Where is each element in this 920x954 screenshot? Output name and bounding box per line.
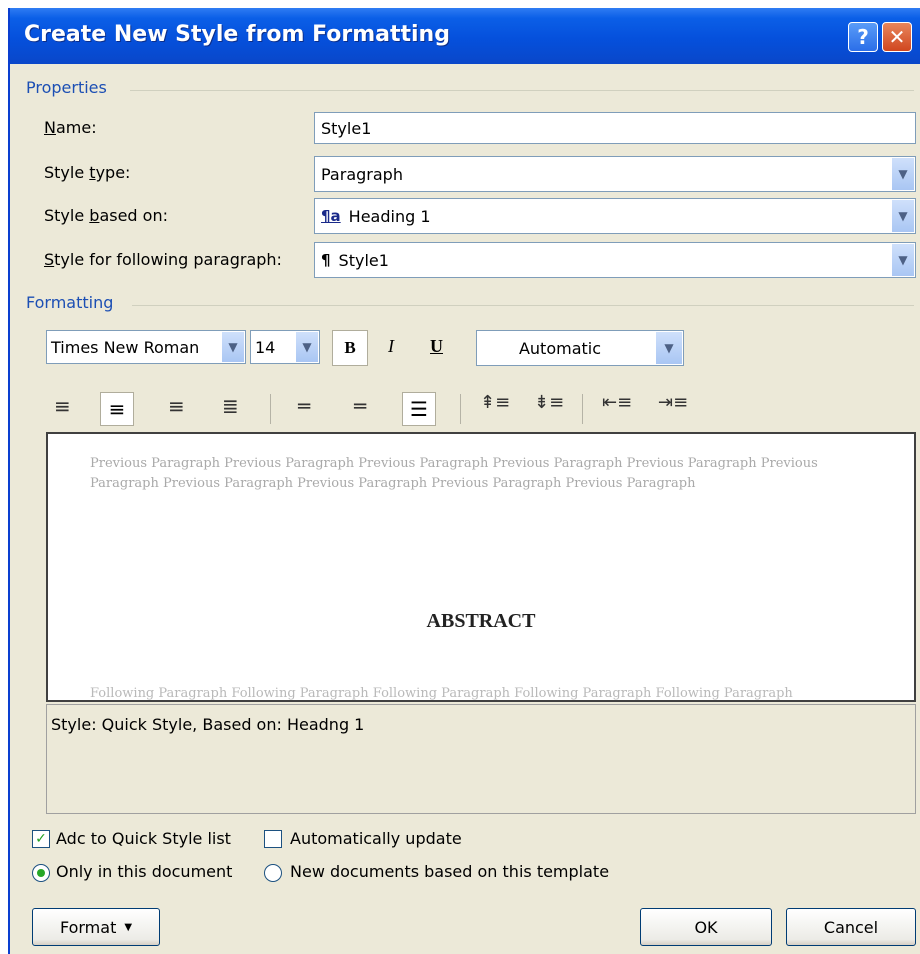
style-preview: Previous Paragraph Previous Paragraph Pr… (46, 432, 916, 702)
formatting-divider (132, 305, 914, 306)
align-center-icon[interactable]: ≡ (100, 392, 134, 426)
new-documents-label: New documents based on this template (290, 862, 610, 881)
close-icon: ✕ (888, 25, 906, 49)
single-spacing-icon[interactable]: ═ (298, 394, 310, 418)
space-before-icon[interactable]: ⇞≡ (480, 392, 510, 413)
help-button[interactable]: ? (848, 22, 878, 52)
justify-icon[interactable]: ≣ (222, 394, 239, 418)
previous-paragraph-text: Previous Paragraph Previous Paragraph Pr… (90, 456, 818, 491)
double-spacing-icon[interactable]: ☰ (402, 392, 436, 426)
font-color-select[interactable]: Automatic ▼ (476, 330, 684, 366)
toolbar-separator (270, 394, 271, 424)
title-bar[interactable]: Create New Style from Formatting ? ✕ (10, 8, 920, 64)
auto-update-checkbox[interactable] (264, 830, 282, 848)
chevron-down-icon[interactable]: ▼ (221, 332, 244, 362)
chevron-down-icon[interactable]: ▼ (655, 332, 682, 364)
checkmark-icon: ✓ (35, 831, 47, 847)
underline-button[interactable]: U (430, 336, 443, 357)
help-icon: ? (857, 25, 869, 49)
chevron-down-icon[interactable]: ▼ (891, 158, 914, 190)
cancel-button[interactable]: Cancel (786, 908, 916, 946)
chevron-down-icon[interactable]: ▼ (295, 332, 318, 362)
toolbar-separator (460, 394, 461, 424)
properties-divider (130, 90, 914, 91)
chevron-down-icon[interactable]: ▼ (891, 244, 914, 276)
decrease-indent-icon[interactable]: ⇤≡ (602, 392, 632, 413)
following-label: Style for following paragraph: (44, 250, 282, 269)
name-label: Name: (44, 118, 97, 137)
add-quick-style-label: Adc to Quick Style list (56, 829, 231, 848)
sample-text: ABSTRACT (426, 610, 536, 632)
close-button[interactable]: ✕ (882, 22, 912, 52)
only-this-document-label: Only in this document (56, 862, 233, 881)
font-select[interactable]: Times New Roman ▼ (46, 330, 246, 364)
name-input[interactable]: Style1 (314, 112, 916, 144)
add-quick-style-checkbox[interactable]: ✓ (32, 830, 50, 848)
ok-button[interactable]: OK (640, 908, 772, 946)
new-documents-radio[interactable] (264, 864, 282, 882)
linked-style-icon: ¶a (321, 207, 341, 225)
create-style-dialog: Create New Style from Formatting ? ✕ Pro… (8, 8, 920, 954)
italic-button[interactable]: I (388, 336, 394, 357)
dropdown-arrow-icon: ▼ (124, 921, 133, 933)
following-select[interactable]: ¶ Style1 ▼ (314, 242, 916, 278)
chevron-down-icon[interactable]: ▼ (891, 200, 914, 232)
bold-button[interactable]: B (332, 330, 368, 366)
following-paragraph-text: Following Paragraph Following Paragraph … (90, 686, 793, 700)
format-button[interactable]: Format ▼ (32, 908, 160, 946)
toolbar-separator (582, 394, 583, 424)
auto-update-label: Automatically update (290, 829, 462, 848)
one-half-spacing-icon[interactable]: ═ (354, 394, 366, 418)
style-type-label: Style type: (44, 163, 131, 182)
style-description: Style: Quick Style, Based on: Headng 1 (46, 704, 916, 814)
dialog-title: Create New Style from Formatting (24, 22, 450, 47)
formatting-group-label: Formatting (26, 293, 114, 312)
increase-indent-icon[interactable]: ⇥≡ (658, 392, 688, 413)
properties-group-label: Properties (26, 78, 107, 97)
based-on-select[interactable]: ¶a Heading 1 ▼ (314, 198, 916, 234)
style-type-select[interactable]: Paragraph ▼ (314, 156, 916, 192)
based-on-label: Style based on: (44, 206, 168, 225)
align-left-icon[interactable]: ≡ (54, 394, 71, 418)
align-right-icon[interactable]: ≡ (168, 394, 185, 418)
font-size-select[interactable]: 14 ▼ (250, 330, 320, 364)
only-this-document-radio[interactable] (32, 864, 50, 882)
paragraph-icon: ¶ (321, 251, 331, 269)
space-after-icon[interactable]: ⇟≡ (534, 392, 564, 413)
